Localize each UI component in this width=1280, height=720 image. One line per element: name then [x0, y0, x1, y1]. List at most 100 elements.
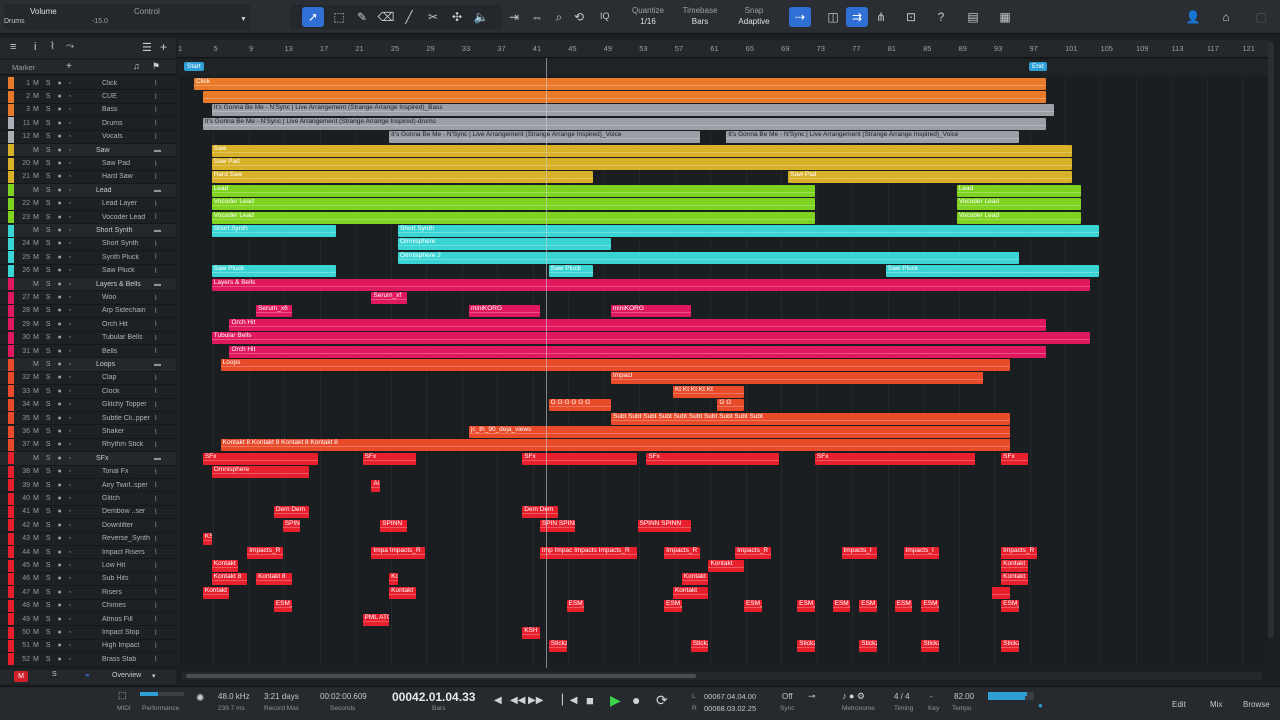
track-name[interactable]: Reverse_Synth — [102, 535, 152, 542]
arrange-clip[interactable]: KS — [202, 533, 212, 546]
mute-solo-record-buttons[interactable]: MS●◦ — [33, 348, 78, 355]
arrange-clip[interactable]: Saw — [211, 144, 1073, 157]
instrument-icon[interactable]: ⌇ — [154, 334, 157, 342]
add-track-icon[interactable]: + — [160, 40, 167, 54]
link-icon[interactable]: ⤳ — [66, 41, 74, 52]
mute-solo-record-buttons[interactable]: MS●◦ — [33, 200, 78, 207]
automation-icon[interactable]: ⌇ — [50, 41, 55, 52]
track-name[interactable]: Synth Pluck — [102, 254, 152, 261]
return-zero-icon[interactable]: ◀ — [494, 695, 502, 706]
arrange-clip[interactable]: Kontakt — [202, 586, 230, 599]
arrange-clip[interactable]: Vocoder Lead — [956, 198, 1081, 211]
fullscreen-icon[interactable]: ▢ — [1250, 7, 1272, 27]
marker-note-icon[interactable]: ♫ — [133, 61, 140, 71]
instrument-icon[interactable]: ⌇ — [154, 240, 157, 248]
instrument-icon[interactable]: ⌇ — [154, 428, 157, 436]
instrument-icon[interactable]: ⌇ — [154, 133, 157, 141]
instrument-icon[interactable]: ⌇ — [154, 441, 157, 449]
mute-solo-record-buttons[interactable]: MS●◦ — [33, 374, 78, 381]
arrow-tool-icon[interactable]: ➚ — [302, 7, 324, 27]
playhead[interactable] — [546, 58, 547, 668]
arrange-view[interactable]: Click It's Gonna Be Me - N'Sync | Live Ar… — [178, 77, 1268, 667]
track-header[interactable]: 24 MS●◦ Short Synth ⌇ — [0, 237, 176, 252]
mute-solo-record-buttons[interactable]: MS●◦ — [33, 240, 78, 247]
arrange-clip[interactable]: It's Gonna Be Me - N'Sync | Live Arrange… — [726, 131, 1019, 144]
solo-indicator[interactable]: S — [52, 671, 57, 678]
instrument-icon[interactable]: ⌇ — [154, 387, 157, 395]
arrange-clip[interactable]: Tubular Bells — [211, 332, 1090, 345]
folder-icon[interactable]: ▬ — [154, 281, 161, 288]
track-header[interactable]: 36 MS●◦ Shaker ⌇ — [0, 425, 176, 439]
timebase-value[interactable]: Bars — [680, 17, 720, 26]
mute-solo-record-buttons[interactable]: MS●◦ — [33, 281, 78, 288]
arrange-clip[interactable]: PML ATC — [362, 613, 390, 626]
arrange-clip[interactable]: SFx — [646, 452, 780, 465]
arrange-clip[interactable]: Orch Hit — [229, 345, 1046, 358]
split-view-icon[interactable]: ◫ — [822, 7, 844, 27]
instrument-icon[interactable]: ⌇ — [154, 414, 157, 422]
track-header[interactable]: 25 MS●◦ Synth Pluck ⌇ — [0, 251, 176, 265]
track-header[interactable]: MS●◦ SFx ▬ — [0, 452, 176, 466]
arrange-clip[interactable]: SPINN — [282, 519, 301, 532]
track-name[interactable]: Short Synth — [96, 227, 146, 234]
rewind-icon[interactable]: ◀◀ — [510, 695, 525, 706]
track-header[interactable]: 42 MS●◦ Downlifter ⌇ — [0, 519, 176, 533]
arrange-clip[interactable]: SPINN — [380, 519, 407, 532]
instrument-icon[interactable]: ⌇ — [154, 307, 157, 315]
track-header[interactable]: 40 MS●◦ Glitch ⌇ — [0, 492, 176, 506]
instrument-icon[interactable]: ⌇ — [154, 468, 157, 476]
arrange-clip[interactable]: Ai — [371, 479, 381, 492]
key-value[interactable]: - — [930, 692, 933, 701]
arrange-clip[interactable]: SFx — [814, 452, 975, 465]
edit-tab[interactable]: Edit — [1172, 700, 1186, 709]
track-header[interactable]: 45 MS●◦ Low Hit ⌇ — [0, 559, 176, 573]
mute-solo-record-buttons[interactable]: MS●◦ — [33, 535, 78, 542]
mute-solo-record-buttons[interactable]: MS●◦ — [33, 147, 78, 154]
arrange-clip[interactable]: Kontakt — [211, 559, 239, 572]
mute-solo-record-buttons[interactable]: MS●◦ — [33, 160, 78, 167]
user-icon[interactable]: 👤 — [1182, 7, 1204, 27]
track-name[interactable]: Glitch — [102, 495, 152, 502]
mute-solo-record-buttons[interactable]: MS●◦ — [33, 495, 78, 502]
mute-indicator[interactable]: M — [14, 671, 28, 682]
horizontal-scrollbar[interactable] — [182, 672, 1262, 680]
track-header[interactable]: MS●◦ Short Synth ▬ — [0, 224, 176, 238]
arrange-clip[interactable]: Short Synth — [398, 224, 1099, 237]
track-name[interactable]: Tonal Fx — [102, 468, 152, 475]
track-name[interactable]: Low Hit — [102, 562, 152, 569]
master-volume-knob[interactable]: ● — [1038, 701, 1043, 710]
arrange-clip[interactable]: Impa Impacts_R — [371, 546, 425, 559]
track-name[interactable]: Chimes — [102, 602, 152, 609]
arrange-clip[interactable] — [992, 586, 1011, 599]
track-header[interactable]: 39 MS●◦ Airy Twirl..sper ⌇ — [0, 479, 176, 493]
scroll-thumb[interactable] — [186, 674, 696, 678]
track-name[interactable]: Short Synth — [102, 240, 152, 247]
instrument-icon[interactable]: ⌇ — [154, 200, 157, 208]
mute-solo-record-buttons[interactable]: MS●◦ — [33, 254, 78, 261]
iq-button[interactable]: IQ — [600, 11, 610, 21]
arrange-clip[interactable]: Orch Hit — [229, 318, 1046, 331]
mute-solo-record-buttons[interactable]: MS●◦ — [33, 267, 78, 274]
arrange-clip[interactable]: Stickz — [921, 640, 940, 653]
mute-solo-record-buttons[interactable]: MS●◦ — [33, 575, 78, 582]
start-marker[interactable]: Start — [184, 62, 204, 71]
nudge-left-icon[interactable]: ⇥ — [503, 7, 525, 27]
track-name[interactable]: CUE — [102, 93, 152, 100]
arrange-clip[interactable]: Impact — [610, 372, 984, 385]
track-name[interactable]: Airy Twirl..sper — [102, 482, 152, 489]
channel-info[interactable]: Volume Drums -15.0 Control ▼ — [4, 4, 250, 30]
track-name[interactable]: Saw Pad — [102, 160, 152, 167]
pencil-tool-icon[interactable]: ✎ — [351, 7, 373, 27]
arrange-clip[interactable]: Lead — [956, 184, 1081, 197]
arrange-clip[interactable]: It's Gonna Be Me - N'Sync | Live Arrange… — [202, 117, 1046, 130]
loop-start[interactable]: 00067.04.04.00 — [704, 692, 756, 701]
arrange-clip[interactable]: Omnisphere — [398, 238, 611, 251]
folder-icon[interactable]: ▬ — [154, 361, 161, 368]
arrange-clip[interactable]: Vocoder Lead — [956, 211, 1081, 224]
record-icon[interactable]: ● — [632, 692, 640, 708]
arrange-clip[interactable]: ESM_ — [664, 600, 682, 613]
instrument-icon[interactable]: ⌇ — [154, 642, 157, 650]
arrange-clip[interactable]: SFx — [1001, 452, 1028, 465]
track-header[interactable]: 31 MS●◦ Bells ⌇ — [0, 345, 176, 359]
instrument-icon[interactable]: ⌇ — [154, 655, 157, 663]
